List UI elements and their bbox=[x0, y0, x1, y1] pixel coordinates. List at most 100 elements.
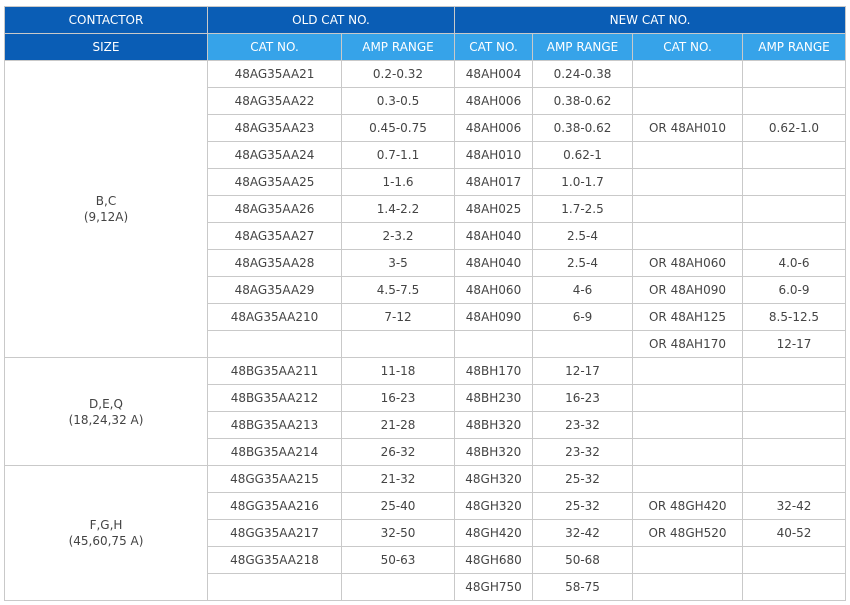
alt-cat-no-cell bbox=[632, 546, 743, 574]
new-cat-no-cell: 48GH750 bbox=[454, 573, 533, 601]
old-cat-no-cell: 48AG35AA23 bbox=[207, 114, 342, 142]
old-cat-no-cell: 48AG35AA26 bbox=[207, 195, 342, 223]
alt-amp-range-cell: 0.62-1.0 bbox=[742, 114, 846, 142]
contactor-size-label: D,E,Q bbox=[89, 396, 123, 411]
alt-amp-range-cell bbox=[742, 546, 846, 574]
old-amp-range-cell: 0.2-0.32 bbox=[341, 60, 455, 88]
new-amp-range-cell: 23-32 bbox=[532, 438, 633, 466]
new-amp-range-header: AMP RANGE bbox=[532, 33, 633, 61]
new-cat-no-cell: 48AH040 bbox=[454, 222, 533, 250]
old-amp-range-cell: 3-5 bbox=[341, 249, 455, 277]
cross-reference-table: CONTACTOR OLD CAT NO. NEW CAT NO. SIZE C… bbox=[4, 6, 846, 601]
new-amp-range-cell: 4-6 bbox=[532, 276, 633, 304]
alt-amp-range-cell bbox=[742, 411, 846, 439]
new-amp-range-cell: 16-23 bbox=[532, 384, 633, 412]
old-amp-range-cell: 26-32 bbox=[341, 438, 455, 466]
alt-amp-range-cell bbox=[742, 384, 846, 412]
new-cat-no-cell: 48BH320 bbox=[454, 411, 533, 439]
old-amp-range-cell: 1.4-2.2 bbox=[341, 195, 455, 223]
contactor-size-amps: (45,60,75 A) bbox=[68, 534, 144, 548]
old-amp-range-cell: 2-3.2 bbox=[341, 222, 455, 250]
old-cat-no-cell: 48AG35AA210 bbox=[207, 303, 342, 331]
contactor-size-cell: D,E,Q (18,24,32 A) bbox=[4, 357, 208, 466]
new-amp-range-cell: 23-32 bbox=[532, 411, 633, 439]
alt-cat-no-cell: OR 48GH420 bbox=[632, 492, 743, 520]
old-amp-range-header: AMP RANGE bbox=[341, 33, 455, 61]
new-amp-range-cell: 0.38-0.62 bbox=[532, 87, 633, 115]
new-amp-range-cell: 58-75 bbox=[532, 573, 633, 601]
new-cat-no-cell: 48AH006 bbox=[454, 114, 533, 142]
old-amp-range-cell: 1-1.6 bbox=[341, 168, 455, 196]
contactor-size-label: F,G,H bbox=[89, 518, 123, 532]
new-cat-no-cell: 48BH320 bbox=[454, 438, 533, 466]
new-cat-no-cell: 48GH320 bbox=[454, 465, 533, 493]
new-amp-range-cell: 1.7-2.5 bbox=[532, 195, 633, 223]
contactor-size-cell: B,C (9,12A) bbox=[4, 60, 208, 358]
new-amp-range-cell: 25-32 bbox=[532, 492, 633, 520]
alt-amp-range-cell: 12-17 bbox=[742, 330, 846, 358]
old-amp-range-cell bbox=[341, 330, 455, 358]
alt-amp-range-cell bbox=[742, 438, 846, 466]
old-amp-range-cell: 32-50 bbox=[341, 519, 455, 547]
new-cat-header: NEW CAT NO. bbox=[454, 6, 846, 34]
new-cat-no-cell: 48AH025 bbox=[454, 195, 533, 223]
new-cat-no-cell: 48AH017 bbox=[454, 168, 533, 196]
alt-amp-range-cell: 6.0-9 bbox=[742, 276, 846, 304]
old-amp-range-cell bbox=[341, 573, 455, 601]
old-cat-no-cell: 48AG35AA27 bbox=[207, 222, 342, 250]
old-amp-range-cell: 50-63 bbox=[341, 546, 455, 574]
alt-cat-no-cell: OR 48AH090 bbox=[632, 276, 743, 304]
old-cat-no-cell: 48AG35AA29 bbox=[207, 276, 342, 304]
old-amp-range-cell: 11-18 bbox=[341, 357, 455, 385]
alt-cat-no-cell bbox=[632, 573, 743, 601]
old-amp-range-cell: 21-32 bbox=[341, 465, 455, 493]
alt-amp-range-cell bbox=[742, 141, 846, 169]
new-amp-range-cell: 1.0-1.7 bbox=[532, 168, 633, 196]
new-cat-no-cell: 48AH004 bbox=[454, 60, 533, 88]
alt-cat-no-cell bbox=[632, 168, 743, 196]
alt-amp-range-cell bbox=[742, 465, 846, 493]
old-amp-range-cell: 0.3-0.5 bbox=[341, 87, 455, 115]
alt-amp-range-cell bbox=[742, 357, 846, 385]
new-cat-no-cell: 48AH040 bbox=[454, 249, 533, 277]
alt-amp-range-cell: 40-52 bbox=[742, 519, 846, 547]
old-cat-no-cell: 48BG35AA212 bbox=[207, 384, 342, 412]
alt-cat-no-cell bbox=[632, 195, 743, 223]
new-cat-no-cell: 48BH170 bbox=[454, 357, 533, 385]
new-cat-no-cell: 48AH006 bbox=[454, 87, 533, 115]
contactor-header: CONTACTOR bbox=[4, 6, 208, 34]
old-cat-no-cell: 48AG35AA25 bbox=[207, 168, 342, 196]
alt-cat-no-cell: OR 48AH125 bbox=[632, 303, 743, 331]
new-cat-no-cell: 48GH320 bbox=[454, 492, 533, 520]
contactor-size-amps: (9,12A) bbox=[83, 210, 129, 224]
alt-cat-no-cell bbox=[632, 384, 743, 412]
old-amp-range-cell: 25-40 bbox=[341, 492, 455, 520]
old-amp-range-cell: 0.7-1.1 bbox=[341, 141, 455, 169]
alt-cat-no-cell bbox=[632, 357, 743, 385]
table-row: F,G,H (45,60,75 A) 48GG35AA215 21-32 48GH320… bbox=[4, 465, 846, 601]
table-row: D,E,Q (18,24,32 A) 48BG35AA211 11-18 48BH170… bbox=[4, 357, 846, 466]
old-cat-no-cell: 48AG35AA22 bbox=[207, 87, 342, 115]
new-amp-range-cell: 0.38-0.62 bbox=[532, 114, 633, 142]
alt-cat-no-cell bbox=[632, 60, 743, 88]
table-row: B,C (9,12A) 48AG35AA21 0.2-0.32 48AH004 0.24-… bbox=[4, 60, 846, 358]
alt-amp-range-cell bbox=[742, 168, 846, 196]
old-cat-no-cell: 48GG35AA216 bbox=[207, 492, 342, 520]
alt-cat-no-cell bbox=[632, 222, 743, 250]
header-row-secondary: SIZE CAT NO. AMP RANGE CAT NO. AMP RANGE… bbox=[4, 33, 846, 61]
alt-amp-range-cell: 4.0-6 bbox=[742, 249, 846, 277]
old-cat-no-cell: 48BG35AA213 bbox=[207, 411, 342, 439]
alt-cat-no-cell: OR 48AH170 bbox=[632, 330, 743, 358]
old-cat-no-cell: 48GG35AA215 bbox=[207, 465, 342, 493]
contactor-size-label: B,C bbox=[95, 194, 117, 208]
alt-amp-range-cell bbox=[742, 87, 846, 115]
alt-cat-no-cell: OR 48AH060 bbox=[632, 249, 743, 277]
new-amp-range-cell: 2.5-4 bbox=[532, 222, 633, 250]
new-amp-range-cell: 0.62-1 bbox=[532, 141, 633, 169]
new-cat-no-cell: 48AH010 bbox=[454, 141, 533, 169]
alt-cat-no-cell bbox=[632, 141, 743, 169]
new-amp-range-cell: 50-68 bbox=[532, 546, 633, 574]
old-cat-no-cell: 48BG35AA211 bbox=[207, 357, 342, 385]
alt-amp-range-cell: 8.5-12.5 bbox=[742, 303, 846, 331]
old-cat-header: OLD CAT NO. bbox=[207, 6, 455, 34]
